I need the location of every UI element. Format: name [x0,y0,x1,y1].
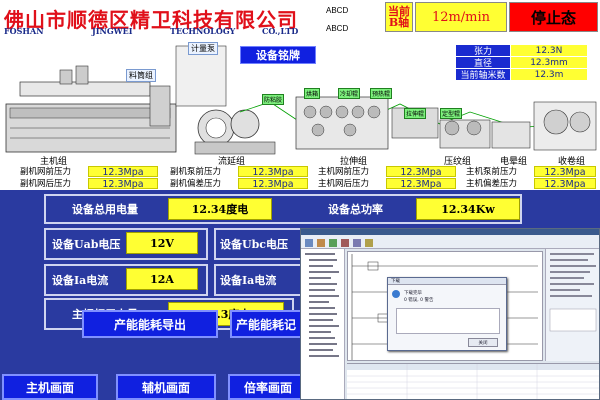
dialog-close-button[interactable]: 关闭 [468,338,498,347]
main-rear-screen-pressure-value: 12.3Mpa [386,178,456,190]
tag-label: 冷却辊 [338,88,361,99]
properties-pane[interactable] [545,249,599,361]
aux-deviation-pressure-value: 12.3Mpa [238,178,308,190]
aux-deviation-pressure-label: 副机偏差压力 [170,179,222,189]
metering-pump-label: 计量泵 [188,42,218,55]
tag-label: 拉伸辊 [404,108,427,119]
software-ribbon [301,235,599,249]
ia-label: 设备Ia电流 [52,274,109,287]
current-axis-indicator: 当前 B轴 [385,2,413,32]
main-deviation-pressure-label: 主机偏差压力 [466,179,518,189]
company-name-en-3: TECHNOLOGY [170,26,236,36]
info-icon [392,290,400,298]
main-pre-pump-pressure-label: 主机泵前压力 [466,167,518,177]
total-kwh-value: 12.34度电 [168,198,272,220]
total-power-label: 设备总功率 [328,203,383,216]
download-complete-text: 下载完毕 [404,291,422,296]
energy-record-button[interactable]: 产能能耗记 [230,310,302,338]
header-bar: 佛山市顺德区精卫科技有限公司 FOSHAN JINGWEI TECHNOLOGY… [0,0,600,42]
uab-label: 设备Uab电压 [52,238,121,251]
company-name-en-1: FOSHAN [4,26,44,36]
company-name-en-4: CO.,LTD [262,26,299,36]
main-front-screen-pressure-value: 12.3Mpa [386,166,456,178]
abcd-text-1: ABCD [326,6,349,15]
total-kwh-label: 设备总用电量 [72,203,138,216]
company-name-cn: 佛山市顺德区精卫科技有限公司 [4,8,298,32]
tag-label: 防粘胶 [262,94,285,105]
main-rear-screen-pressure-label: 主机网后压力 [318,179,370,189]
main-front-screen-pressure-label: 主机网前压力 [318,167,370,177]
aux-rear-screen-pressure-label: 副机网后压力 [20,179,72,189]
aux-pre-pump-pressure-value: 12.3Mpa [238,166,308,178]
machine-diagram-area: 设备铭牌 张力 12.3N 直径 12.3mm 当前轴米数 12.3m 料筒组 … [0,42,600,167]
ia2-label: 设备Ia电流 [220,274,277,287]
main-pre-pump-pressure-value: 12.3Mpa [534,166,596,178]
production-line-drawing [5,45,597,155]
aux-front-screen-pressure-value: 12.3Mpa [88,166,158,178]
download-dialog: 下载 下载完毕 0 错误, 0 警告 关闭 [387,277,507,351]
download-dialog-titlebar: 下载 [388,278,506,285]
aux-rear-screen-pressure-value: 12.3Mpa [88,178,158,190]
feed-section-label: 料筒组 [126,69,156,82]
download-log-area [396,308,500,334]
programming-software-window: 下载 下载完毕 0 错误, 0 警告 关闭 [300,228,600,400]
tag-label: 预热辊 [370,88,393,99]
total-power-value: 12.34Kw [416,198,520,220]
dialog-close-button-label: 关闭 [478,340,488,346]
ubc-label: 设备Ubc电压 [220,238,288,251]
line-speed-display: 12m/min [415,2,507,32]
project-tree-pane[interactable] [301,249,345,399]
machine-status-badge: 停止态 [509,2,598,32]
tag-label: 定型辊 [440,108,463,119]
main-deviation-pressure-value: 12.3Mpa [534,178,596,190]
abcd-text-2: ABCD [326,24,349,33]
aux-pre-pump-pressure-label: 副机泵前压力 [170,167,222,177]
export-energy-button[interactable]: 产能能耗导出 [82,310,218,338]
uab-value: 12V [126,232,198,254]
download-errors-text: 0 错误, 0 警告 [404,298,434,303]
ia-value: 12A [126,268,198,290]
output-grid[interactable] [347,363,599,399]
aux-screen-button[interactable]: 辅机画面 [116,374,216,400]
aux-front-screen-pressure-label: 副机网前压力 [20,167,72,177]
company-name-en-2: JINGWEI [92,26,133,36]
tag-label: 烘箱 [304,88,321,99]
pressure-table: 副机网前压力 12.3Mpa 副机泵前压力 12.3Mpa 主机网前压力 12.… [0,166,600,190]
download-dialog-title: 下载 [391,279,400,284]
main-screen-button[interactable]: 主机画面 [2,374,98,400]
ratio-screen-button[interactable]: 倍率画面 [228,374,308,400]
